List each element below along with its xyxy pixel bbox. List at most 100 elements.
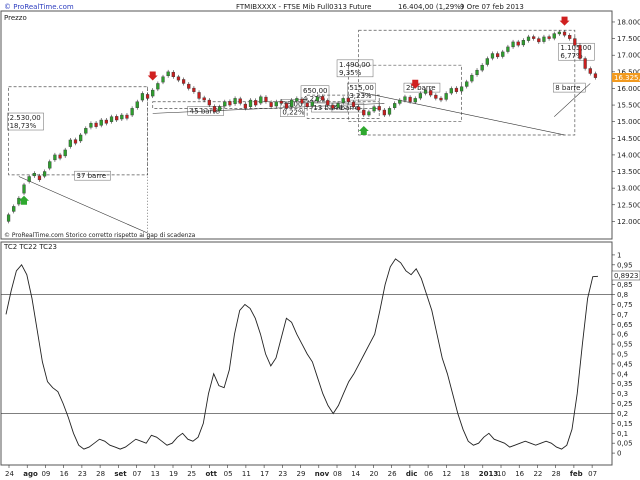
candle-body — [320, 96, 325, 101]
candle-body — [171, 71, 175, 78]
candle-body — [490, 53, 495, 59]
time-tick-label: 08 — [333, 470, 342, 478]
time-tick-label: 16 — [515, 470, 524, 478]
candle-body — [537, 38, 541, 43]
candle-body — [357, 106, 361, 111]
candle-body — [573, 38, 577, 46]
candle-body — [284, 103, 289, 109]
candle-body — [526, 36, 531, 41]
candle-body — [99, 119, 103, 126]
candle-body — [274, 101, 278, 107]
osc-tick-label: 0,1 — [617, 430, 628, 438]
candle-body — [377, 106, 381, 111]
candle-body — [145, 94, 150, 99]
time-tick-label: 19 — [169, 470, 178, 478]
candle-body — [223, 101, 227, 107]
time-tick-label: 16 — [60, 470, 69, 478]
time-tick-label: 05 — [224, 470, 233, 478]
candle-body — [331, 104, 335, 109]
candle-body — [403, 96, 407, 101]
candle-body — [269, 102, 273, 107]
osc-tick-label: 0,05 — [617, 440, 633, 448]
osc-tick-label: 0,2 — [617, 410, 628, 418]
candle-body — [202, 97, 206, 101]
measure-label-3-text2: 0,22% — [282, 109, 305, 117]
candle-body — [315, 96, 320, 102]
price-tick-label: 14.000 — [617, 151, 640, 159]
osc-tick-label: 0 — [617, 450, 621, 458]
candle-body — [362, 109, 366, 116]
candle-body — [84, 128, 88, 134]
candle-body — [73, 139, 78, 144]
measure-label-1-text: 2.530,00 — [10, 114, 41, 122]
candle-body — [259, 96, 263, 104]
candle-body — [192, 87, 196, 92]
candle-body — [212, 106, 217, 112]
time-tick-label: 14 — [351, 470, 360, 478]
osc-panel-label: TC2 TC22 TC23 — [3, 243, 57, 251]
time-tick-label: ott — [205, 470, 217, 478]
time-tick-label: 13 — [151, 470, 160, 478]
measure-label-4: 650,004,22% — [300, 85, 330, 104]
candle-body — [176, 76, 181, 81]
time-tick-label: 23 — [278, 470, 287, 478]
candle-body — [22, 184, 26, 194]
time-tick-label: 07 — [133, 470, 142, 478]
chart-svg: © ProRealTime.com FTMIBXXXX - FTSE Mib F… — [0, 3, 640, 478]
candle-body — [578, 45, 582, 59]
candle-body — [42, 171, 47, 177]
candle-body — [393, 103, 397, 108]
candle-body — [506, 46, 510, 52]
candle-body — [547, 36, 551, 39]
price-tick-label: 14.500 — [617, 135, 640, 143]
osc-tick-label: 0,4 — [617, 370, 629, 378]
candle-body — [516, 41, 520, 46]
osc-tick-label: 0,8 — [617, 291, 628, 299]
measure-label-7-text: 515,00 — [349, 84, 374, 92]
osc-tick-label: 0,45 — [617, 360, 633, 368]
osc-tick-label: 0,75 — [617, 301, 633, 309]
bars-label-9: 29 barre — [403, 82, 441, 93]
candle-body — [562, 31, 567, 36]
candle-body — [372, 106, 376, 112]
osc-tick-label: 1 — [617, 251, 621, 259]
candle-body — [408, 96, 412, 102]
osc-tick-label: 0,25 — [617, 400, 633, 408]
candle-body — [439, 97, 443, 101]
candle-body — [58, 154, 62, 159]
time-tick-label: 29 — [297, 470, 306, 478]
candle-body — [367, 111, 371, 116]
candle-body — [156, 83, 160, 90]
time-tick-label: 2013 — [479, 470, 499, 478]
candle-body — [310, 101, 314, 107]
candle-body — [207, 99, 211, 106]
candle-body — [501, 51, 505, 57]
time-tick-label: 28 — [552, 470, 561, 478]
candle-body — [37, 175, 42, 181]
osc-tick-label: 0,5 — [617, 351, 628, 359]
osc-tick-label: 0,55 — [617, 341, 633, 349]
candle-body — [485, 58, 489, 65]
time-tick-label: 23 — [78, 470, 87, 478]
time-tick-label: 09 — [41, 470, 50, 478]
measure-label-1-text2: 18,73% — [10, 122, 37, 130]
price-tick-label: 13.500 — [617, 168, 640, 176]
candle-body — [181, 79, 186, 84]
candle-body — [542, 36, 546, 42]
candle-body — [454, 87, 459, 92]
candle-body — [6, 214, 11, 222]
osc-tick-label: 0,85 — [617, 281, 633, 289]
candle-body — [27, 176, 31, 182]
candle-body — [166, 71, 170, 77]
time-tick-label: feb — [570, 470, 583, 478]
osc-tick-label: 0,3 — [617, 390, 628, 398]
candle-body — [218, 106, 222, 111]
osc-tick-label: 0,35 — [617, 380, 633, 388]
candle-body — [48, 161, 52, 169]
candle-body — [161, 76, 165, 83]
candle-body — [593, 73, 598, 78]
candle-body — [557, 31, 562, 35]
candle-body — [243, 103, 247, 109]
candle-body — [449, 88, 453, 94]
price-panel-label: Prezzo — [4, 14, 27, 22]
